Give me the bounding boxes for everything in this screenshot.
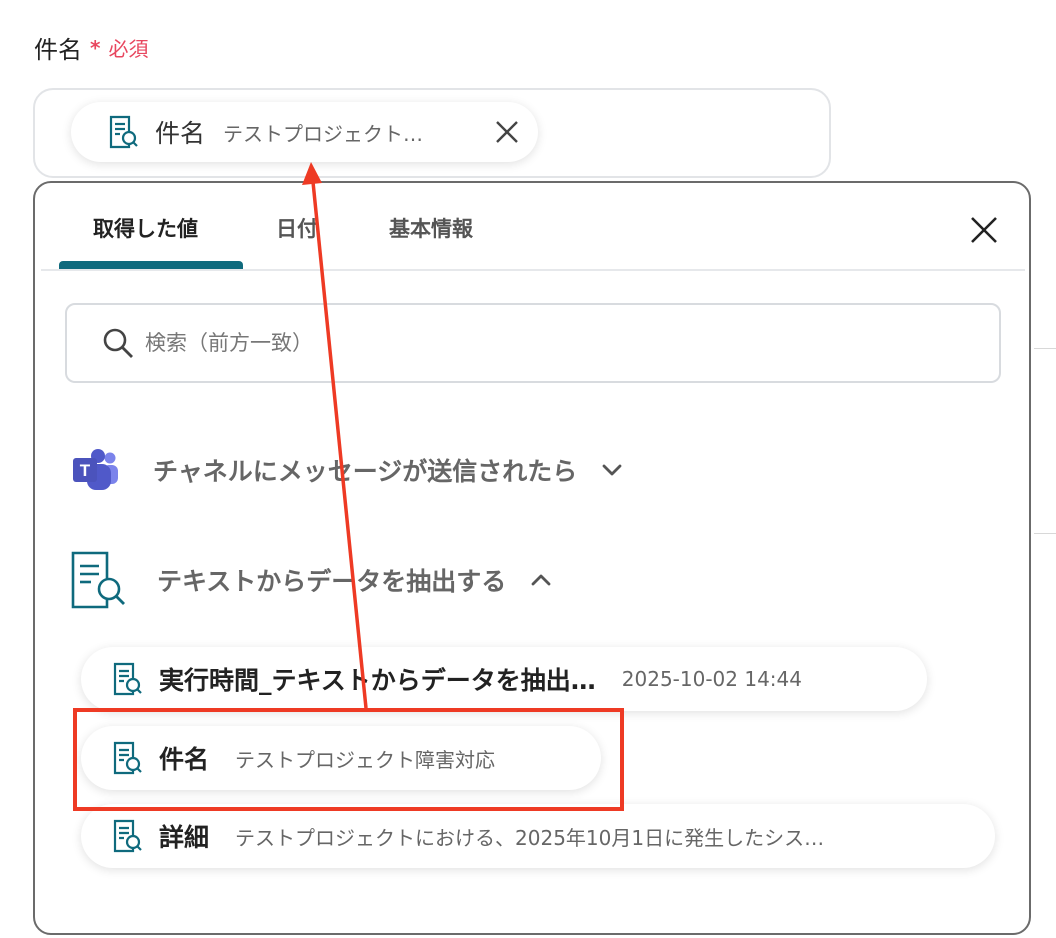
tab-basic-info[interactable]: 基本情報 bbox=[389, 213, 473, 243]
required-mark: * bbox=[90, 35, 101, 60]
chevron-up-icon bbox=[531, 574, 551, 586]
tab-date[interactable]: 日付 bbox=[276, 213, 318, 243]
document-search-icon bbox=[113, 819, 142, 853]
active-tab-indicator bbox=[59, 261, 243, 269]
search-input[interactable] bbox=[143, 330, 967, 356]
microsoft-teams-icon: T bbox=[73, 449, 118, 490]
document-search-icon bbox=[71, 551, 125, 609]
field-label: 件名 * 必須 bbox=[34, 30, 148, 65]
divider bbox=[1034, 533, 1056, 534]
divider bbox=[1034, 348, 1056, 349]
field-label-text: 件名 bbox=[34, 36, 82, 64]
list-item[interactable]: 実行時間_テキストからデータを抽出… 2025-10-02 14:44 bbox=[81, 647, 927, 711]
close-icon[interactable] bbox=[492, 117, 522, 147]
annotation-highlight-box bbox=[73, 708, 624, 811]
svg-text:T: T bbox=[80, 461, 91, 480]
section-title: チャネルにメッセージが送信されたら bbox=[153, 457, 578, 486]
item-name: 詳細 bbox=[159, 823, 210, 852]
value-picker-panel: 取得した値 日付 基本情報 T チャネルにメッセージが送信されたら bbox=[33, 181, 1031, 935]
section-title: テキストからデータを抽出する bbox=[157, 567, 507, 596]
list-item[interactable]: 詳細 テストプロジェクトにおける、2025年10月1日に発生したシス… bbox=[81, 804, 995, 868]
required-text: 必須 bbox=[108, 37, 149, 61]
search-icon bbox=[103, 328, 133, 358]
search-box bbox=[65, 303, 1001, 383]
document-search-icon bbox=[109, 115, 138, 149]
document-search-icon bbox=[113, 662, 142, 696]
chip-value: テストプロジェクト… bbox=[223, 121, 424, 146]
item-value: 2025-10-02 14:44 bbox=[621, 667, 802, 691]
section-extract-trigger[interactable]: テキストからデータを抽出する bbox=[71, 551, 554, 609]
item-value: テストプロジェクトにおける、2025年10月1日に発生したシス… bbox=[235, 825, 825, 850]
section-teams-trigger[interactable]: T チャネルにメッセージが送信されたら bbox=[71, 448, 625, 492]
chip-name: 件名 bbox=[155, 119, 206, 148]
close-icon[interactable] bbox=[969, 215, 999, 245]
item-name: 実行時間_テキストからデータを抽出… bbox=[159, 666, 596, 695]
tab-acquired-values[interactable]: 取得した値 bbox=[93, 213, 198, 243]
tab-bar: 取得した値 日付 基本情報 bbox=[41, 183, 1025, 271]
selected-value-chip[interactable]: 件名 テストプロジェクト… bbox=[71, 102, 538, 162]
chevron-down-icon bbox=[602, 464, 622, 476]
